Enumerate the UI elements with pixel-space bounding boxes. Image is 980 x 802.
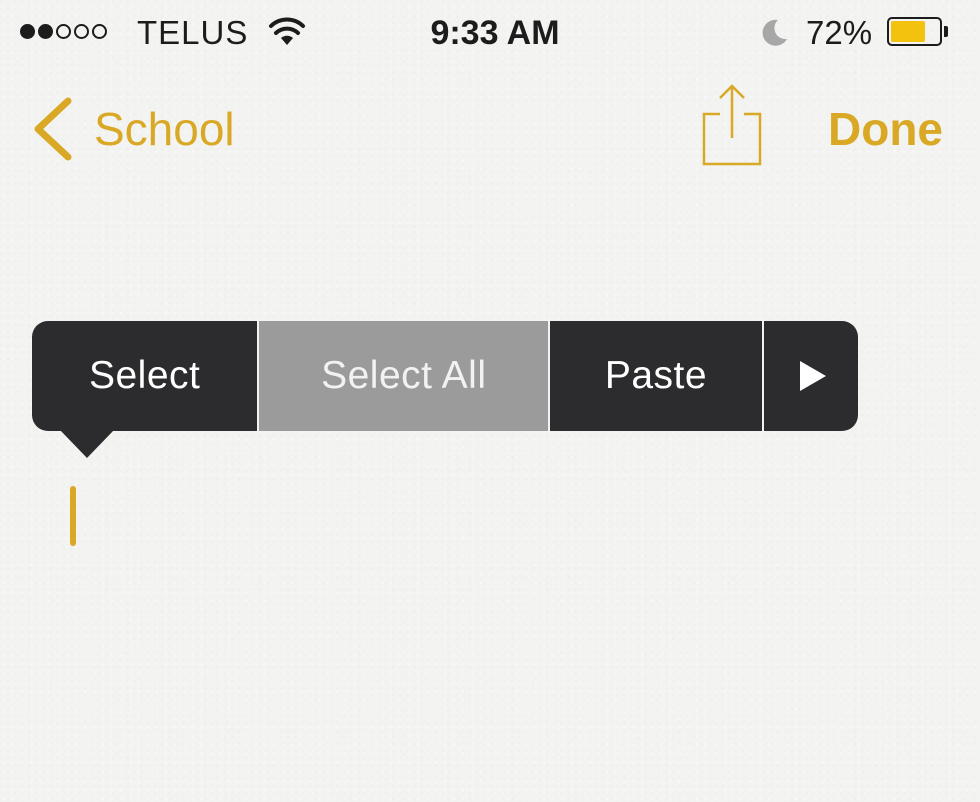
battery-tip <box>944 26 948 37</box>
battery-icon <box>887 17 950 46</box>
done-button[interactable]: Done <box>828 103 943 155</box>
more-options-button[interactable] <box>764 321 858 431</box>
back-button-label: School <box>94 103 235 155</box>
status-bar: TELUS 9:33 AM 72% <box>0 0 980 66</box>
select-menu-item[interactable]: Select <box>32 321 257 431</box>
text-cursor <box>70 486 76 546</box>
battery-percentage: 72% <box>806 14 873 51</box>
share-icon[interactable] <box>700 82 764 168</box>
paste-menu-item[interactable]: Paste <box>550 321 761 431</box>
chevron-left-icon <box>34 97 72 161</box>
menu-pointer-arrow <box>60 430 114 458</box>
moon-icon <box>762 19 787 46</box>
edit-context-menu: Select Select All Paste <box>32 321 858 431</box>
battery-level-fill <box>891 21 925 42</box>
play-right-icon <box>799 361 826 391</box>
back-button[interactable]: School <box>30 94 235 164</box>
select-all-menu-item[interactable]: Select All <box>259 321 549 431</box>
